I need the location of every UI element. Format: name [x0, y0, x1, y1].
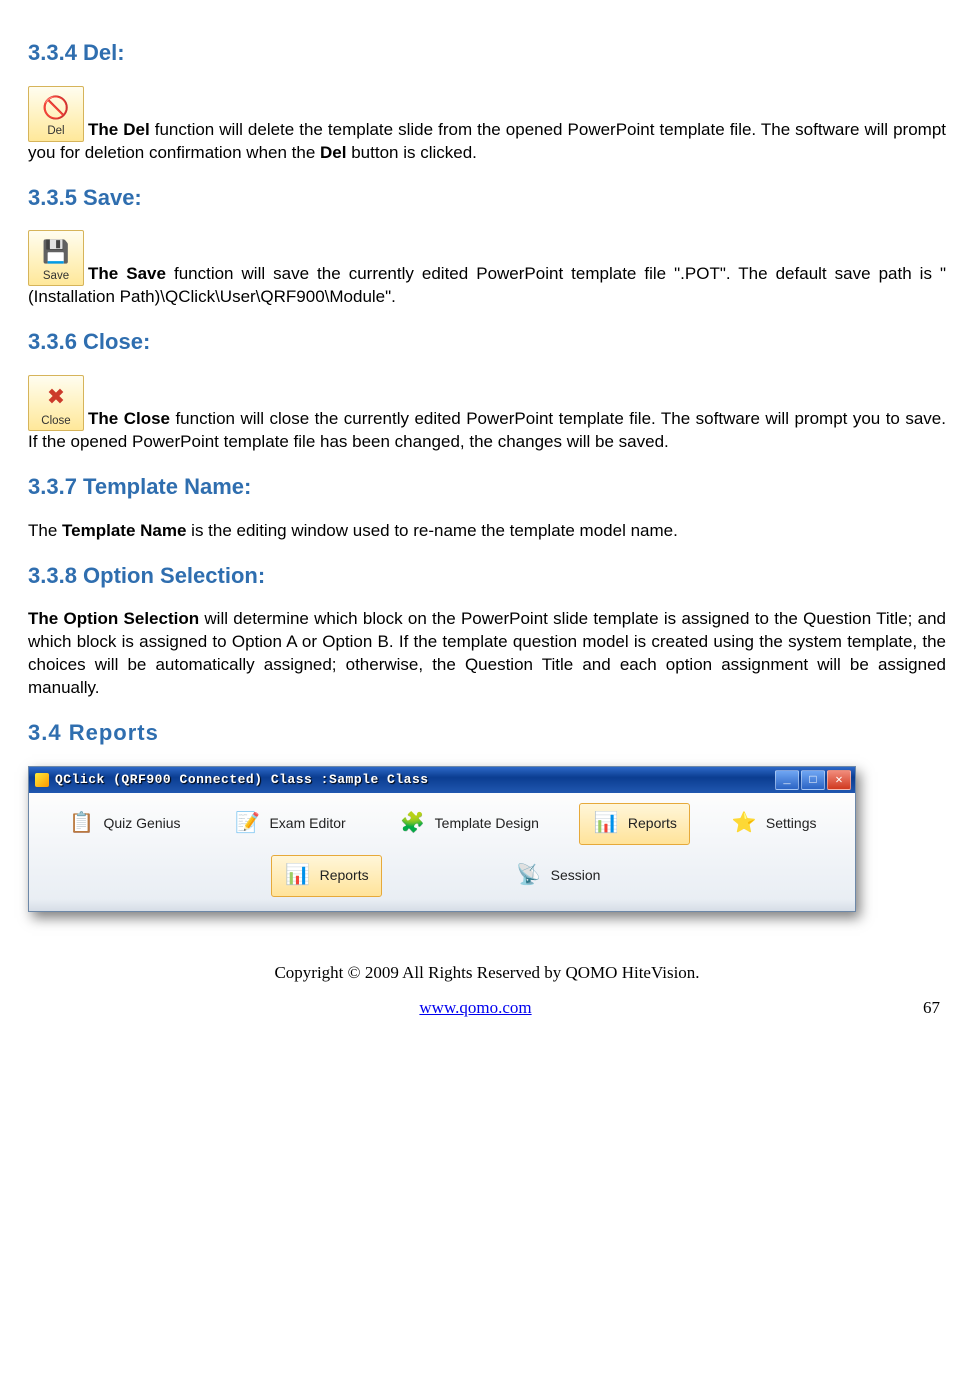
del-description: The Del function will delete the templat…	[28, 120, 946, 162]
heading-close: 3.3.6 Close:	[28, 327, 946, 357]
subtab-reports[interactable]: 📊 Reports	[271, 855, 382, 897]
heading-save: 3.3.5 Save:	[28, 183, 946, 213]
app-icon	[35, 773, 49, 787]
close-description: The Close function will close the curren…	[28, 409, 946, 451]
heading-reports: 3.4 Reports	[28, 718, 946, 748]
tab-reports[interactable]: 📊 Reports	[579, 803, 690, 845]
option-selection-description: The Option Selection will determine whic…	[28, 608, 946, 700]
cross-icon: ✖	[29, 382, 83, 412]
template-icon: 🧩	[399, 810, 427, 838]
copyright-text: Copyright © 2009 All Rights Reserved by …	[28, 962, 946, 985]
qclick-window: QClick (QRF900 Connected) Class :Sample …	[28, 766, 856, 912]
tab-exam-editor[interactable]: 📝 Exam Editor	[220, 803, 358, 845]
footer-url[interactable]: www.qomo.com	[419, 998, 531, 1017]
toolbar: 📋 Quiz Genius 📝 Exam Editor 🧩 Template D…	[29, 793, 855, 911]
window-titlebar: QClick (QRF900 Connected) Class :Sample …	[29, 767, 855, 793]
reports-icon: 📊	[592, 810, 620, 838]
template-name-description: The Template Name is the editing window …	[28, 520, 946, 543]
floppy-icon: 💾	[29, 237, 83, 267]
minimize-button[interactable]: _	[775, 770, 799, 790]
exam-icon: 📝	[233, 810, 261, 838]
tab-template-design[interactable]: 🧩 Template Design	[386, 803, 552, 845]
bar-chart-icon: 📊	[284, 862, 312, 890]
quiz-icon: 📋	[67, 810, 95, 838]
del-button[interactable]: 🚫 Del	[28, 86, 84, 142]
window-close-button[interactable]: ✕	[827, 770, 851, 790]
save-button[interactable]: 💾 Save	[28, 230, 84, 286]
session-icon: 📡	[515, 862, 543, 890]
tab-quiz-genius[interactable]: 📋 Quiz Genius	[54, 803, 193, 845]
heading-template-name: 3.3.7 Template Name:	[28, 472, 946, 502]
heading-option-selection: 3.3.8 Option Selection:	[28, 561, 946, 591]
save-description: The Save function will save the currentl…	[28, 264, 946, 306]
window-title: QClick (QRF900 Connected) Class :Sample …	[55, 771, 775, 789]
settings-icon: ⭐	[730, 810, 758, 838]
close-button[interactable]: ✖ Close	[28, 375, 84, 431]
tab-settings[interactable]: ⭐ Settings	[717, 803, 830, 845]
page-number: 67	[923, 997, 940, 1020]
heading-del: 3.3.4 Del:	[28, 38, 946, 68]
prohibit-icon: 🚫	[29, 93, 83, 123]
maximize-button[interactable]: □	[801, 770, 825, 790]
subtab-session[interactable]: 📡 Session	[502, 855, 614, 897]
